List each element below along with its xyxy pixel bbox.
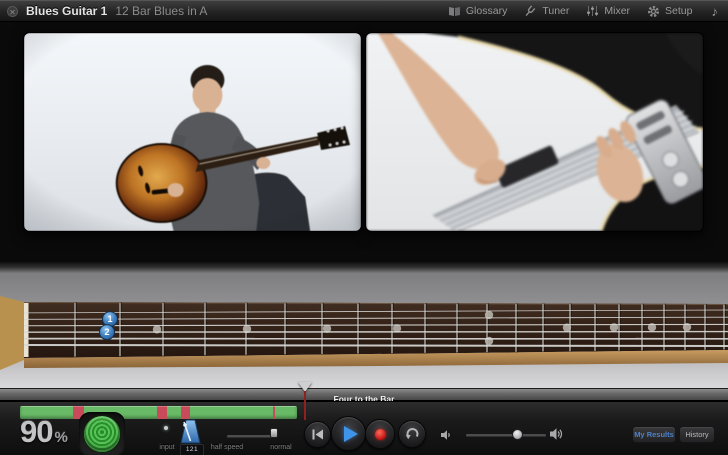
history-button[interactable]: History xyxy=(679,426,715,443)
volume-min-icon xyxy=(440,429,452,441)
missed-notes-segment xyxy=(157,406,167,419)
missed-notes-segment xyxy=(181,406,190,419)
string xyxy=(24,345,728,346)
menu-glossary-label: Glossary xyxy=(466,5,507,17)
video-section xyxy=(0,22,728,262)
guitar-lesson-window: ✕ Blues Guitar 1 12 Bar Blues in A Gloss… xyxy=(0,0,728,455)
fretboard: 12 xyxy=(0,262,728,388)
menu-mixer-label: Mixer xyxy=(604,5,630,17)
my-results-button[interactable]: My Results xyxy=(632,426,676,443)
rewind-button[interactable] xyxy=(304,421,331,448)
menu-setup-label: Setup xyxy=(665,5,692,17)
missed-notes-segment xyxy=(273,406,276,419)
score-unit: % xyxy=(54,429,67,446)
record-icon xyxy=(375,429,386,440)
cycle-loop-icon xyxy=(405,427,420,441)
headstock-sliver xyxy=(0,296,24,370)
glossary-book-icon xyxy=(448,6,461,17)
volume-slider-knob[interactable] xyxy=(512,429,523,440)
lesson-title: Blues Guitar 1 xyxy=(26,4,107,18)
control-bar: 90% input 121 half speed normal xyxy=(0,401,728,455)
menu-tuner[interactable]: Tuner xyxy=(524,5,569,18)
closeup-video xyxy=(366,33,703,231)
volume-max-icon xyxy=(549,427,564,441)
titlebar: ✕ Blues Guitar 1 12 Bar Blues in A Gloss… xyxy=(0,0,728,22)
tuner-fork-icon xyxy=(524,5,537,18)
string xyxy=(24,332,728,333)
playhead[interactable] xyxy=(297,382,314,422)
performance-score: 90% xyxy=(20,414,68,450)
close-lesson-button[interactable]: ✕ xyxy=(7,6,18,17)
playhead-line xyxy=(304,391,306,420)
fretboard-stage: 12 xyxy=(0,262,728,388)
play-button[interactable] xyxy=(331,416,366,451)
finger-dot-number: 1 xyxy=(107,314,112,324)
instructor-video xyxy=(24,33,361,231)
cycle-button[interactable] xyxy=(398,420,426,448)
menu-mixer[interactable]: Mixer xyxy=(586,5,630,17)
score-target-well xyxy=(79,412,125,455)
music-note-icon: ♪ xyxy=(712,4,719,19)
finger-dot-number: 2 xyxy=(104,327,109,337)
play-icon xyxy=(344,426,358,442)
mixer-sliders-icon xyxy=(586,5,599,17)
rewind-icon xyxy=(311,429,324,440)
menu-glossary[interactable]: Glossary xyxy=(448,5,507,17)
speed-slider-knob[interactable] xyxy=(270,428,278,438)
normal-speed-label: normal xyxy=(258,444,304,451)
timeline-strip: Four to the Bar xyxy=(0,388,728,401)
menu-setup[interactable]: Setup xyxy=(647,5,692,18)
input-label: input xyxy=(152,444,182,451)
menu-tuner-label: Tuner xyxy=(542,5,569,17)
record-button[interactable] xyxy=(365,419,395,449)
input-level-led xyxy=(164,426,168,430)
volume-slider-track[interactable] xyxy=(466,434,546,436)
tempo-badge: 121 xyxy=(180,444,204,455)
setup-gear-icon xyxy=(647,5,660,18)
titlebar-menu: Glossary Tuner Mixer xyxy=(448,4,728,19)
half-speed-label: half speed xyxy=(202,444,252,451)
lesson-subtitle: 12 Bar Blues in A xyxy=(115,4,207,18)
metronome-button[interactable] xyxy=(179,419,202,445)
score-target-button[interactable] xyxy=(83,415,121,453)
nut xyxy=(24,303,29,357)
score-value: 90 xyxy=(20,414,52,449)
